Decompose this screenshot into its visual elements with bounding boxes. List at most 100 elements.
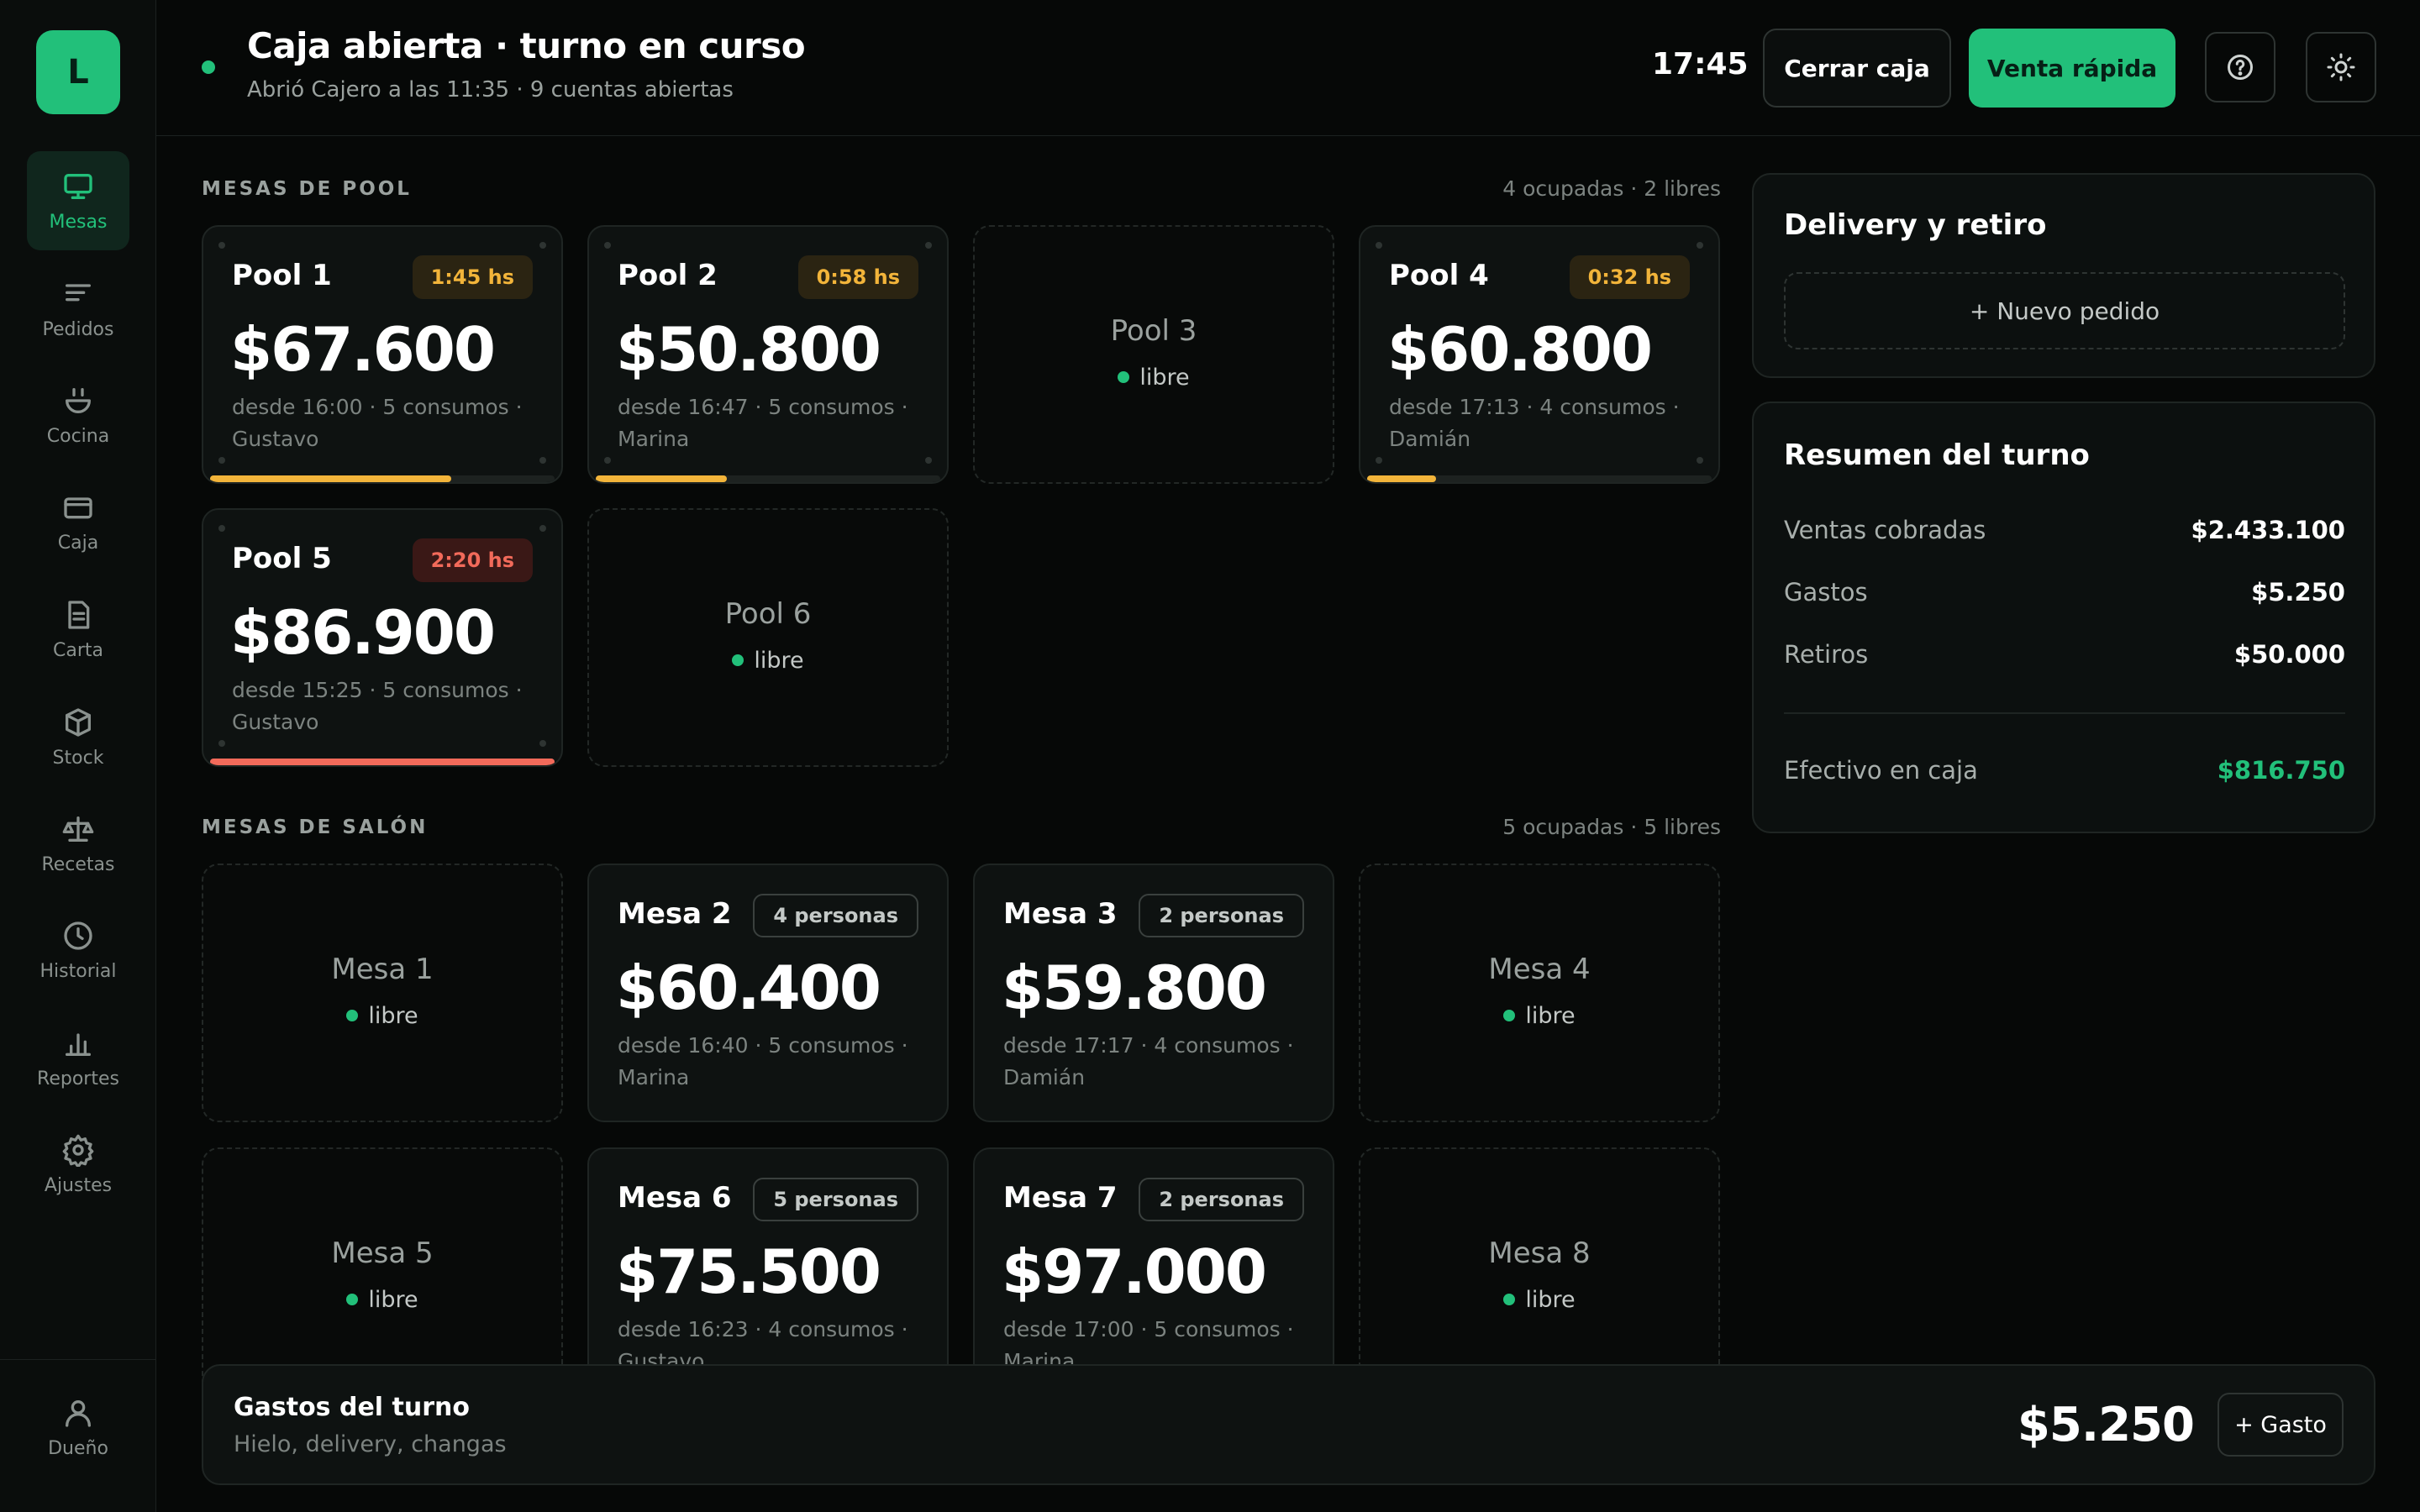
status-label: libre (1139, 365, 1190, 391)
delivery-panel: Delivery y retiro + Nuevo pedido (1752, 173, 2375, 378)
new-order-button[interactable]: + Nuevo pedido (1784, 272, 2345, 349)
table-name: Mesa 6 (618, 1181, 732, 1215)
pool-section-count: 4 ocupadas · 2 libres (1502, 176, 1721, 201)
timer-badge: 2:20 hs (412, 538, 533, 582)
time-progress-bar (210, 759, 555, 765)
summary-title: Resumen del turno (1784, 438, 2090, 472)
pool-table-card[interactable]: Pool 4 0:32 hs $60.800 desde 17:13 · 4 c… (1359, 225, 1720, 484)
pool-table-card[interactable]: Pool 1 1:45 hs $67.600 desde 16:00 · 5 c… (202, 225, 563, 484)
sidebar-item-stock[interactable]: Stock (27, 687, 129, 786)
table-name: Mesa 1 (331, 953, 434, 986)
sidebar-item-cocina[interactable]: Cocina (27, 365, 129, 465)
summary-label: Ventas cobradas (1784, 516, 1986, 544)
card-corner (218, 740, 225, 747)
table-name: Mesa 8 (1488, 1236, 1591, 1270)
card-corner (539, 242, 546, 249)
status-label: libre (1525, 1003, 1576, 1029)
timer-badge: 1:45 hs (412, 255, 533, 299)
sidebar-item-label: Pedidos (42, 318, 114, 340)
cash-value: $816.750 (2217, 756, 2345, 785)
sidebar-item-carta[interactable]: Carta (27, 580, 129, 679)
theme-toggle-button[interactable] (2306, 32, 2376, 102)
summary-divider (1784, 712, 2345, 714)
pool-table-card[interactable]: Pool 2 0:58 hs $50.800 desde 16:47 · 5 c… (587, 225, 949, 484)
table-meta: desde 16:47 · 5 consumos · Marina (618, 395, 908, 451)
time-progress-bar (1367, 475, 1436, 482)
box-icon (66, 707, 92, 737)
card-corner (539, 457, 546, 464)
summary-value: $50.000 (2233, 640, 2345, 669)
salon-table-card-free[interactable]: Mesa 4 libre (1359, 864, 1720, 1122)
sidebar-item-label: Cocina (46, 425, 110, 447)
sidebar-item-ajustes[interactable]: Ajustes (27, 1115, 129, 1214)
expenses-amount: $5.250 (2017, 1398, 2195, 1452)
table-amount: $67.600 (230, 314, 496, 385)
summary-label: Gastos (1784, 578, 1868, 606)
table-amount: $50.800 (616, 314, 881, 385)
sidebar-item-label: Carta (53, 639, 103, 661)
table-name: Pool 1 (232, 259, 332, 292)
salon-table-card[interactable]: Mesa 3 2 personas $59.800 desde 17:17 · … (973, 864, 1334, 1122)
table-status: libre (975, 365, 1333, 391)
quick-sale-button[interactable]: Venta rápida (1969, 29, 2175, 108)
shift-summary-panel: Resumen del turno Ventas cobradas $2.433… (1752, 402, 2375, 833)
bowl-icon (66, 387, 92, 413)
timer-badge: 0:32 hs (1569, 255, 1690, 299)
sidebar-item-historial[interactable]: Historial (27, 900, 129, 1000)
sidebar-item-reportes[interactable]: Reportes (27, 1008, 129, 1107)
sidebar-item-recetas[interactable]: Recetas (27, 794, 129, 893)
table-amount: $59.800 (1002, 953, 1267, 1023)
status-dot (202, 60, 215, 74)
card-corner (1697, 457, 1703, 464)
monitor-icon (64, 173, 92, 199)
status-label: libre (368, 1287, 418, 1313)
table-status: libre (589, 648, 947, 674)
pool-table-card[interactable]: Pool 5 2:20 hs $86.900 desde 15:25 · 5 c… (202, 508, 563, 767)
sidebar-item-label: Dueño (48, 1437, 108, 1459)
status-label: libre (1525, 1287, 1576, 1313)
card-corner (1376, 457, 1382, 464)
salon-section-title: MESAS DE SALÓN (202, 816, 429, 838)
sidebar-item-owner[interactable]: Dueño (27, 1378, 129, 1477)
time-progress-track (210, 475, 555, 482)
sidebar-item-label: Caja (57, 532, 99, 554)
pool-section-title: MESAS DE POOL (202, 178, 412, 200)
sidebar-item-label: Reportes (37, 1068, 119, 1089)
help-button[interactable] (2205, 32, 2275, 102)
table-status: libre (203, 1003, 561, 1029)
expenses-title: Gastos del turno (234, 1393, 470, 1422)
summary-row: Gastos $5.250 (1784, 578, 2345, 606)
table-amount: $60.400 (616, 953, 881, 1023)
summary-row: Ventas cobradas $2.433.100 (1784, 516, 2345, 544)
app-logo[interactable]: L (36, 30, 120, 114)
sidebar-item-pedidos[interactable]: Pedidos (27, 259, 129, 358)
sidebar-item-caja[interactable]: Caja (27, 472, 129, 571)
sun-icon (2327, 53, 2355, 81)
table-name: Mesa 2 (618, 897, 732, 931)
table-amount: $86.900 (230, 597, 496, 668)
expenses-subtitle: Hielo, delivery, changas (234, 1431, 507, 1457)
table-amount: $97.000 (1002, 1236, 1267, 1307)
delivery-title: Delivery y retiro (1784, 208, 2047, 242)
sidebar: L Mesas Pedidos Cocina Caja Carta Stock … (0, 0, 156, 1512)
bar-chart-icon (66, 1032, 92, 1056)
close-register-button[interactable]: Cerrar caja (1763, 29, 1951, 108)
clock-icon (64, 921, 92, 950)
card-corner (218, 525, 225, 532)
summary-value: $2.433.100 (2191, 516, 2345, 544)
sidebar-item-mesas[interactable]: Mesas (27, 151, 129, 250)
time-progress-track (1367, 475, 1712, 482)
expenses-bar: Gastos del turno Hielo, delivery, changa… (202, 1364, 2375, 1485)
pool-table-card-free[interactable]: Pool 6 libre (587, 508, 949, 767)
salon-table-card[interactable]: Mesa 2 4 personas $60.400 desde 16:40 · … (587, 864, 949, 1122)
page-title: Caja abierta · turno en curso (247, 25, 806, 66)
card-corner (925, 242, 932, 249)
pool-table-card-free[interactable]: Pool 3 libre (973, 225, 1334, 484)
add-expense-button[interactable]: + Gasto (2217, 1393, 2344, 1457)
status-label: libre (754, 648, 804, 674)
sidebar-item-label: Recetas (41, 853, 115, 875)
page-subtitle: Abrió Cajero a las 11:35 · 9 cuentas abi… (247, 77, 734, 102)
card-corner (1697, 242, 1703, 249)
table-meta: desde 16:40 · 5 consumos · Marina (618, 1033, 908, 1089)
salon-table-card-free[interactable]: Mesa 1 libre (202, 864, 563, 1122)
